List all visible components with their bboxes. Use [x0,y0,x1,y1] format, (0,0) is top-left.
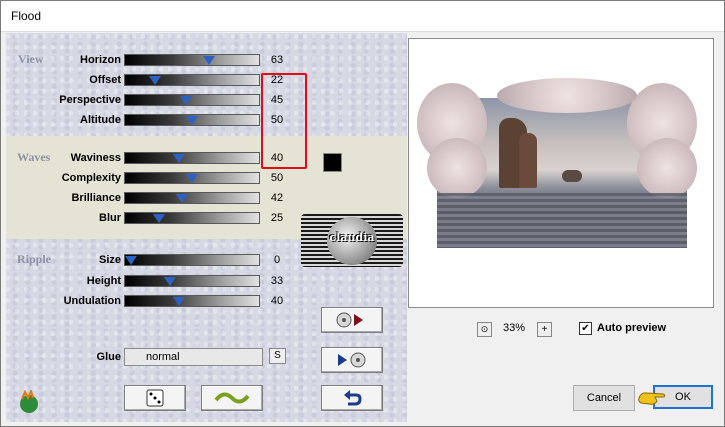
glue-s-button[interactable]: S [269,348,286,364]
wave-icon [214,392,250,404]
perspective-slider[interactable] [124,94,260,106]
frame-right-bottom [637,138,697,198]
glue-label: Glue [96,351,121,363]
brilliance-value[interactable]: 42 [259,191,295,205]
waviness-slider[interactable] [124,152,260,164]
blur-slider[interactable] [124,212,260,224]
plugin-logo-icon [16,388,40,414]
cancel-button[interactable]: Cancel [573,385,635,411]
zoom-out-button[interactable]: ⊙ [477,322,492,337]
ok-label: OK [675,391,691,403]
complexity-thumb[interactable] [186,174,198,183]
horizon-thumb[interactable] [203,56,215,65]
water-reflection [437,193,687,248]
window-title: Flood [11,9,42,23]
glue-select-value: normal [146,351,180,363]
size-label: Size [98,254,121,266]
dice-icon [146,389,164,407]
waviness-value[interactable]: 40 [259,151,295,165]
offset-slider[interactable] [124,74,260,86]
auto-preview-label: Auto preview [597,322,667,334]
undulation-slider[interactable] [124,295,260,307]
section-ripple-label: Ripple [17,252,52,266]
height-thumb[interactable] [164,277,176,286]
complexity-slider[interactable] [124,172,260,184]
complexity-label: Complexity [61,172,121,184]
reset-button[interactable] [201,385,263,411]
perspective-thumb[interactable] [180,96,192,105]
size-thumb[interactable] [125,256,137,265]
undo-button[interactable] [321,385,383,411]
horizon-value[interactable]: 63 [259,53,295,67]
preview-image [417,78,697,248]
disc-arrow-icon [336,312,363,328]
altitude-thumb[interactable] [186,116,198,125]
claudia-logo: claudia [301,214,403,267]
preview-pane [408,38,714,308]
offset-label: Offset [89,74,121,86]
randomize-button[interactable] [124,385,186,411]
auto-preview-checkbox[interactable]: ✔ [579,322,592,335]
distant-rock [562,170,582,182]
altitude-label: Altitude [80,114,121,126]
horizon-slider[interactable] [124,54,260,66]
flood-dialog: Flood View Waves Ripple Horizon 63 Offse… [0,0,725,427]
undulation-value[interactable]: 40 [259,294,295,308]
horizon-label: Horizon [80,54,121,66]
height-slider[interactable] [124,275,260,287]
size-value[interactable]: 0 [259,253,295,267]
blur-label: Blur [99,212,121,224]
brilliance-slider[interactable] [124,192,260,204]
glue-select[interactable]: normal [124,348,263,366]
zoom-in-button[interactable]: + [537,322,552,337]
altitude-slider[interactable] [124,114,260,126]
section-waves-label: Waves [17,150,51,164]
complexity-value[interactable]: 50 [259,171,295,185]
save-preset-button[interactable] [321,347,383,373]
title-bar: Flood [1,1,724,32]
height-value[interactable]: 33 [259,274,295,288]
frame-left-bottom [427,138,487,198]
undulation-thumb[interactable] [173,297,185,306]
waviness-thumb[interactable] [173,154,185,163]
offset-thumb[interactable] [149,76,161,85]
zoom-value: 33% [503,322,526,334]
undulation-label: Undulation [63,295,121,307]
blur-value[interactable]: 25 [259,211,295,225]
perspective-label: Perspective [59,94,121,106]
rock-formation-2 [519,133,537,188]
pointer-hand-icon [637,389,667,407]
arrow-disc-icon [338,352,366,368]
brilliance-thumb[interactable] [176,194,188,203]
blur-thumb[interactable] [153,214,165,223]
waves-color-swatch[interactable] [323,153,342,172]
height-label: Height [86,275,121,287]
size-slider[interactable] [124,254,260,266]
waviness-label: Waviness [70,152,121,164]
logo-text: claudia [329,231,375,244]
undo-icon [344,390,362,406]
load-preset-button[interactable] [321,307,383,333]
section-view-label: View [18,52,44,66]
frame-top [497,78,637,113]
settings-panel: View Waves Ripple Horizon 63 Offset 22 P… [6,33,407,422]
brilliance-label: Brilliance [71,192,121,204]
